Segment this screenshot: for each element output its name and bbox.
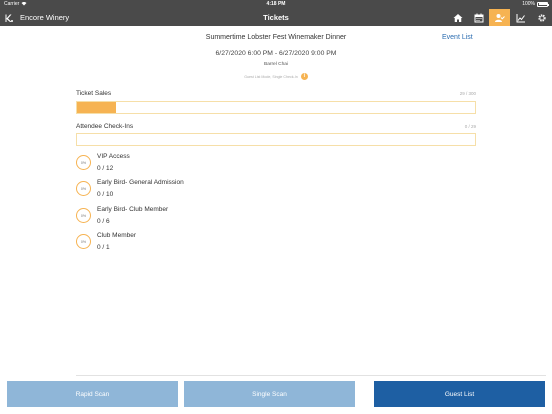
ticket-sales-count: 29 / 300 bbox=[459, 91, 476, 96]
event-dates: 6/27/2020 6:00 PM - 6/27/2020 9:00 PM bbox=[215, 50, 337, 57]
info-icon[interactable]: i bbox=[300, 73, 308, 80]
ticket-type-row[interactable]: 0% Early Bird- General Admission 0 / 10 bbox=[76, 179, 476, 203]
event-mode: Guest List Mode, Single Check-In i bbox=[76, 73, 476, 80]
home-icon bbox=[453, 13, 462, 22]
calendar-icon bbox=[474, 13, 483, 22]
ticket-type-name: Club Member bbox=[97, 232, 137, 239]
gear-icon bbox=[537, 13, 546, 22]
nav-home-button[interactable] bbox=[447, 9, 468, 26]
percent-circle: 0% bbox=[76, 234, 91, 249]
nav-guest-check-button[interactable] bbox=[489, 9, 510, 26]
check-ins-count: 0 / 29 bbox=[464, 124, 476, 129]
ticket-sales-bar bbox=[76, 101, 476, 114]
nav-calendar-button[interactable] bbox=[468, 9, 489, 26]
winery-logo-icon bbox=[5, 14, 13, 22]
ticket-type-name: Early Bird- General Admission bbox=[97, 179, 184, 186]
ticket-type-row[interactable]: 0% Club Member 0 / 1 bbox=[76, 232, 476, 256]
nav-reports-button[interactable] bbox=[510, 9, 531, 26]
battery-icon bbox=[537, 1, 549, 7]
event-title: Summertime Lobster Fest Winemaker Dinner bbox=[205, 34, 347, 41]
nav-bar: Encore Winery Tickets bbox=[0, 9, 552, 26]
brand[interactable]: Encore Winery bbox=[4, 9, 69, 26]
event-venue: Barrel Chai bbox=[264, 62, 288, 67]
ticket-sales-fill bbox=[77, 102, 116, 113]
nav-settings-button[interactable] bbox=[531, 9, 552, 26]
event-list-link[interactable]: Event List bbox=[442, 34, 473, 41]
guest-list-button[interactable]: Guest List bbox=[374, 381, 545, 407]
status-bar: Carrier 4:18 PM 100% bbox=[0, 0, 552, 9]
clock: 4:18 PM bbox=[266, 1, 286, 7]
ticket-sales-label: Ticket Sales bbox=[76, 90, 112, 97]
ticket-type-count: 0 / 1 bbox=[97, 244, 110, 251]
percent-circle: 0% bbox=[76, 208, 91, 223]
ticket-type-count: 0 / 12 bbox=[97, 165, 114, 172]
ticket-type-name: Early Bird- Club Member bbox=[97, 206, 169, 213]
battery-percent: 100% bbox=[522, 1, 535, 7]
percent-circle: 0% bbox=[76, 155, 91, 170]
ticket-type-count: 0 / 10 bbox=[97, 191, 114, 198]
check-ins-label: Attendee Check-Ins bbox=[76, 123, 134, 130]
check-ins-bar bbox=[76, 133, 476, 146]
brand-name: Encore Winery bbox=[20, 13, 70, 22]
battery-indicator: 100% bbox=[522, 1, 549, 7]
percent-circle: 0% bbox=[76, 181, 91, 196]
guest-check-icon bbox=[494, 13, 505, 22]
chart-icon bbox=[516, 13, 525, 22]
bottom-divider bbox=[76, 375, 546, 376]
event-mode-label: Guest List Mode, Single Check-In bbox=[244, 74, 298, 79]
ticket-type-count: 0 / 6 bbox=[97, 218, 110, 225]
single-scan-button[interactable]: Single Scan bbox=[184, 381, 355, 407]
ticket-type-name: VIP Access bbox=[97, 153, 130, 160]
rapid-scan-button[interactable]: Rapid Scan bbox=[7, 381, 178, 407]
ticket-type-row[interactable]: 0% VIP Access 0 / 12 bbox=[76, 153, 476, 177]
ticket-type-row[interactable]: 0% Early Bird- Club Member 0 / 6 bbox=[76, 206, 476, 230]
nav-icon-group bbox=[447, 9, 552, 26]
